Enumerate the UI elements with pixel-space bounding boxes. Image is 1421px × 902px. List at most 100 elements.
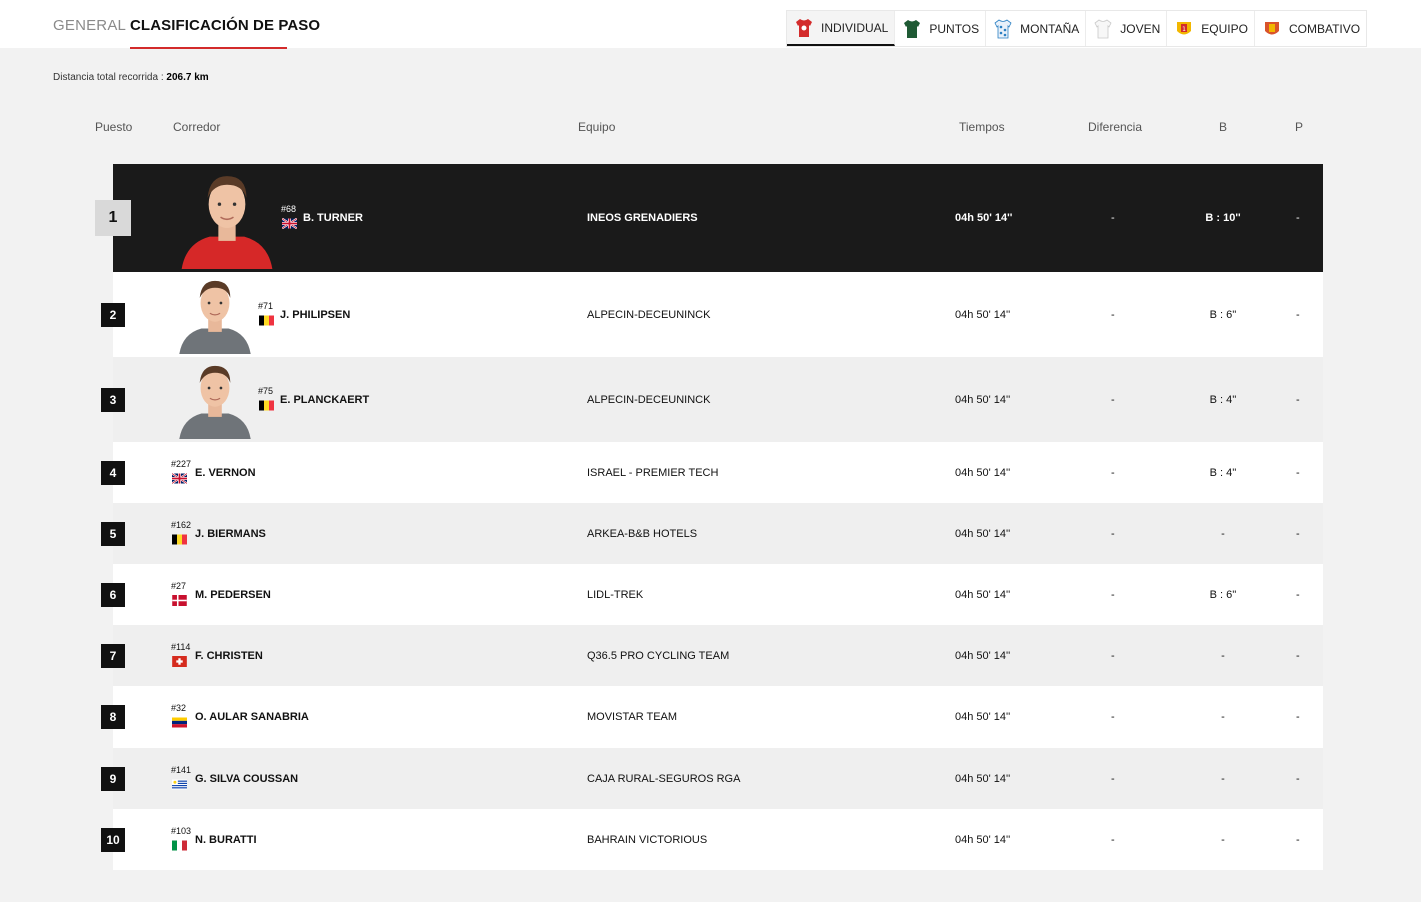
flag-icon-it <box>172 840 187 851</box>
white-jersey-icon <box>1094 19 1112 38</box>
rider-name[interactable]: E. PLANCKAERT <box>280 394 369 406</box>
bonus-value: - <box>1221 649 1225 662</box>
diff-value: - <box>1111 772 1115 785</box>
rider-name[interactable]: F. CHRISTEN <box>195 650 263 662</box>
table-row[interactable]: 1 #68 B. TURNER INEOS GRENADIERS 04h 50' 14'… <box>95 161 1323 272</box>
flag-icon-uy <box>172 779 187 790</box>
team-name[interactable]: ARKEA-B&B HOTELS <box>587 528 697 540</box>
jersey-tab-equipo[interactable]: 1 EQUIPO <box>1167 11 1255 46</box>
rider-name[interactable]: N. BURATTI <box>195 834 257 846</box>
team-name[interactable]: ALPECIN-DECEUNINCK <box>587 394 710 406</box>
bonus-value: B : 10'' <box>1205 212 1241 224</box>
tab-general[interactable]: GENERAL <box>53 17 126 34</box>
diff-value: - <box>1111 833 1115 846</box>
bib-number: #227 <box>171 458 192 469</box>
table-row[interactable]: 3 #75 E. PLANCKAERT ALPECIN-DECEUNINCK 04h 5… <box>101 354 1323 442</box>
flag-icon-gb <box>282 218 297 229</box>
header-puesto: Puesto <box>95 120 133 134</box>
green-jersey-icon <box>904 19 921 38</box>
jersey-tab-montana[interactable]: MONTAÑA <box>986 11 1087 46</box>
header-equipo: Equipo <box>578 120 616 134</box>
jersey-label: EQUIPO <box>1201 21 1248 36</box>
time-value: 04h 50' 14'' <box>955 833 1011 846</box>
rank-badge: 1 <box>95 200 131 236</box>
table-row[interactable]: 7 #114 F. CHRISTEN Q36.5 PRO CYCLING TEAM 04… <box>101 625 1323 686</box>
bib-number: #27 <box>171 580 187 591</box>
bib-number: #75 <box>258 385 274 396</box>
team-name[interactable]: INEOS GRENADIERS <box>587 212 698 224</box>
rider-photo <box>173 354 257 442</box>
table-row[interactable]: 8 #32 O. AULAR SANABRIA MOVISTAR TEAM 04h 50… <box>101 686 1323 748</box>
team-icon: 1 <box>1177 21 1192 34</box>
table-row[interactable]: 9 #141 G. SILVA COUSSAN CAJA RURAL-SEGUROS … <box>101 748 1323 809</box>
flag-icon-dk <box>172 594 187 606</box>
polka-jersey-icon <box>994 19 1012 38</box>
jersey-label: MONTAÑA <box>1020 21 1080 36</box>
diff-value: - <box>1111 588 1115 601</box>
jersey-tab-puntos[interactable]: PUNTOS <box>895 11 987 46</box>
flag-icon-ve <box>172 717 187 728</box>
jersey-label: JOVEN <box>1120 21 1161 36</box>
rider-name[interactable]: E. VERNON <box>195 467 256 479</box>
jersey-tab-individual[interactable]: INDIVIDUAL <box>787 11 896 46</box>
rank-badge: 10 <box>101 827 125 852</box>
team-name[interactable]: MOVISTAR TEAM <box>587 711 677 723</box>
rider-name[interactable]: M. PEDERSEN <box>195 589 271 601</box>
rider-photo <box>173 269 257 357</box>
bonus-value: - <box>1221 527 1225 540</box>
diff-value: - <box>1111 527 1115 540</box>
rank-badge: 7 <box>101 643 125 668</box>
penalty-value: - <box>1296 527 1300 540</box>
penalty-value: - <box>1296 588 1300 601</box>
rank-badge: 6 <box>101 582 125 607</box>
rank-badge: 8 <box>101 705 125 729</box>
bib-number: #68 <box>281 204 297 214</box>
team-name[interactable]: ISRAEL - PREMIER TECH <box>587 467 718 479</box>
rider-name[interactable]: G. SILVA COUSSAN <box>195 773 298 785</box>
header-b: B <box>1219 120 1228 134</box>
team-name[interactable]: Q36.5 PRO CYCLING TEAM <box>587 650 729 662</box>
rank-badge: 2 <box>101 302 125 327</box>
flag-icon-gb <box>172 472 187 484</box>
tab-clasificacion-paso[interactable]: CLASIFICACIÓN DE PASO <box>130 17 320 34</box>
bib-number: #141 <box>171 764 192 775</box>
team-name[interactable]: ALPECIN-DECEUNINCK <box>587 309 710 321</box>
diff-value: - <box>1111 212 1115 224</box>
team-name[interactable]: CAJA RURAL-SEGUROS RGA <box>587 773 740 785</box>
team-name[interactable]: BAHRAIN VICTORIOUS <box>587 834 707 846</box>
bonus-value: B : 6'' <box>1209 308 1237 321</box>
flag-icon-ch <box>172 655 187 667</box>
time-value: 04h 50' 14'' <box>955 212 1013 224</box>
time-value: 04h 50' 14'' <box>955 308 1011 321</box>
bib-number: #71 <box>258 300 274 311</box>
penalty-value: - <box>1296 393 1300 406</box>
penalty-value: - <box>1296 772 1300 785</box>
distance-label: Distancia total recorrida : <box>53 72 164 83</box>
table-row[interactable]: 6 #27 M. PEDERSEN LIDL-TREK 04h 50' 14'' - B :… <box>101 564 1323 625</box>
time-value: 04h 50' 14'' <box>955 772 1011 785</box>
header-diferencia: Diferencia <box>1088 120 1143 134</box>
rider-photo <box>173 161 281 272</box>
top-bar: GENERAL CLASIFICACIÓN DE PASO INDIVIDUAL… <box>0 0 1421 49</box>
rider-name[interactable]: J. PHILIPSEN <box>280 309 350 321</box>
rider-name[interactable]: B. TURNER <box>303 212 363 224</box>
diff-value: - <box>1111 711 1115 723</box>
jersey-tab-combativo[interactable]: COMBATIVO <box>1255 11 1366 46</box>
diff-value: - <box>1111 308 1115 321</box>
bonus-value: - <box>1221 833 1225 846</box>
table-row[interactable]: 5 #162 J. BIERMANS ARKEA-B&B HOTELS 04h 50' … <box>101 503 1323 564</box>
time-value: 04h 50' 14'' <box>955 527 1011 540</box>
distance-value: 206.7 km <box>166 72 209 83</box>
table-row[interactable]: 10 #103 N. BURATTI BAHRAIN VICTORIOUS 04h 50… <box>101 809 1323 870</box>
jersey-tab-joven[interactable]: JOVEN <box>1086 11 1168 46</box>
total-distance: Distancia total recorrida : 206.7 km <box>53 72 209 83</box>
rider-name[interactable]: O. AULAR SANABRIA <box>195 711 309 723</box>
header-tiempos: Tiempos <box>959 120 1005 134</box>
table-row[interactable]: 4 #227 E. VERNON ISRAEL - PREMIER TECH 04h 5… <box>101 442 1323 503</box>
table-row[interactable]: 2 #71 J. PHILIPSEN ALPECIN-DECEUNINCK 04h 50… <box>101 269 1323 357</box>
team-name[interactable]: LIDL-TREK <box>587 589 643 601</box>
rider-name[interactable]: J. BIERMANS <box>195 528 266 540</box>
rank-badge: 9 <box>101 766 125 791</box>
bib-number: #162 <box>171 519 192 530</box>
rank-badge: 3 <box>101 387 125 412</box>
